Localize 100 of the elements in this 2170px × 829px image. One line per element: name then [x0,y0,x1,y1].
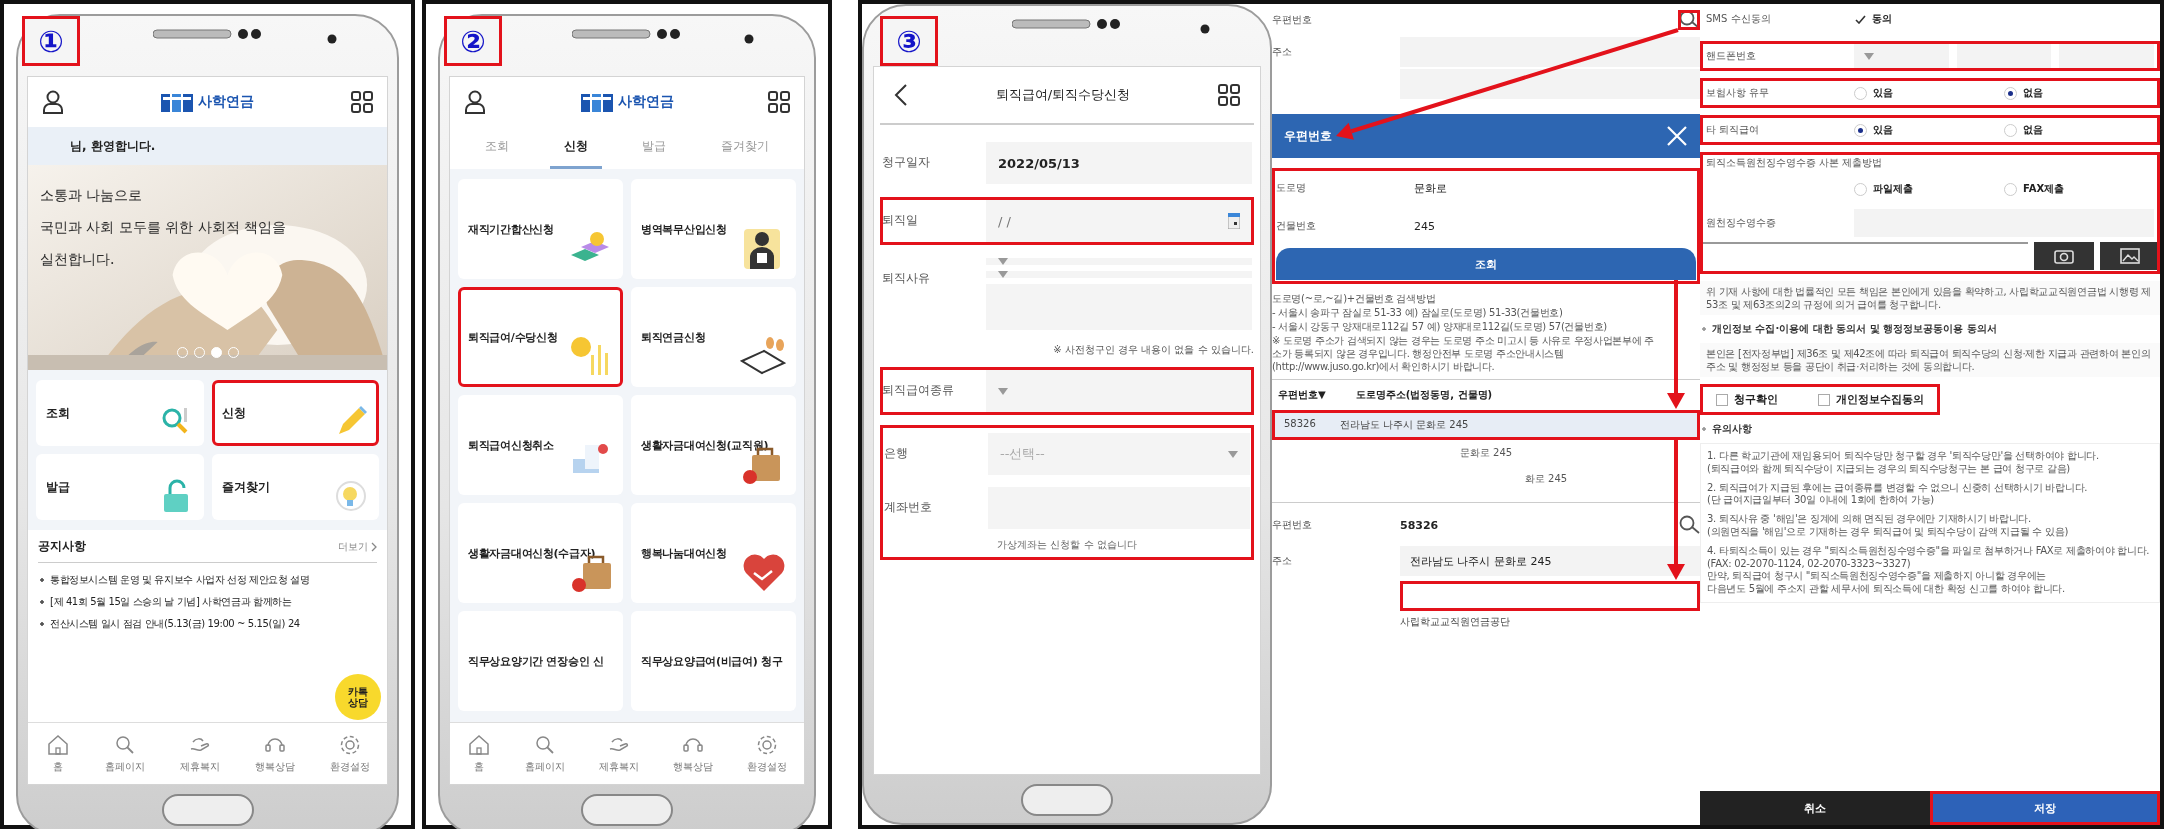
footer-text: 사립학교교직원연금공단 [1399,615,1511,629]
search-icon[interactable] [1678,515,1700,535]
menu-icon[interactable] [768,91,790,113]
step-number: ③ [880,16,938,66]
lightbulb-icon [333,478,369,514]
checkbox-option[interactable]: 청구확인 [1716,392,1778,407]
input-field[interactable] [2059,42,2154,70]
menu-tile[interactable]: 직무상요양급여(비급여) 청구 [631,611,796,711]
checkbox[interactable] [1716,393,1728,406]
note-text: 1. 다른 학교기관에 재임용되어 퇴직수당만 청구할 경우 '퇴직수당만'을 선택하여야 합니다. (퇴직급여와 함께 퇴직수당이 지급되는 경우의 퇴직수당청구는 본 급여 청구로 갈음) [1707,450,2100,476]
home-button[interactable] [581,794,673,826]
gear-icon [755,733,779,757]
field-label: 계좌번호 [884,499,933,516]
radio-option[interactable]: 파일제출 [1854,182,2004,196]
person-icon[interactable] [464,90,486,114]
menu-tile[interactable]: 행복나눔대여신청 [631,503,796,603]
radio-button[interactable] [1854,123,1867,137]
nav-button[interactable]: 홈페이지 [525,733,565,774]
menu-tile[interactable]: 퇴직연금신청 [631,287,796,387]
menu-tile[interactable]: 생활자금대여신청(교직원) [631,395,796,495]
search-button[interactable]: 조회 [1276,248,1696,280]
radio-button[interactable] [2004,86,2017,100]
checkbox-option[interactable]: 개인정보수집동의 [1818,392,1924,407]
help-text: 도로명(~로,~길)+건물번호 검색방법 [1272,292,1437,305]
back-icon[interactable] [894,83,908,107]
nav-button[interactable]: 행복상담 [254,733,295,774]
dropdown[interactable] [1854,42,1949,70]
nav-button[interactable]: 홈페이지 [104,733,145,774]
radio-option[interactable]: 없음 [2004,123,2154,137]
field-label: 원천징수영수증 [1706,216,1777,230]
save-button[interactable]: 저장 [1930,791,2160,825]
menu-tile[interactable]: 발급 [36,454,204,520]
app-logo-text: 사학연금 [198,93,254,111]
menu-tile[interactable]: 재직기간합산신청 [458,179,623,279]
checkbox[interactable] [1818,393,1830,406]
radio-option[interactable]: 있음 [1854,86,2004,100]
search-icon[interactable] [1678,10,1700,30]
caret-icon [1864,52,1874,60]
menu-tile[interactable]: 생활자금대여신청(수급자) [458,503,623,603]
result-row[interactable]: 58326 전라남도 나주시 문화로 245 [1272,410,1700,440]
menu-tile[interactable]: 퇴직급여/수당신청 [458,287,623,387]
input-field[interactable] [988,487,1250,529]
value-field[interactable]: 2022/05/13 [986,142,1252,184]
menu-tile[interactable]: 병역복무산입신청 [631,179,796,279]
input-field[interactable] [1956,42,2052,70]
input-field[interactable] [1400,37,1700,67]
camera-button[interactable] [2034,242,2094,270]
field-label: 은행 [884,445,909,462]
consent-text: 본인은 [전자정부법] 제36조 및 제42조에 따라 퇴직급여 퇴직수당의 신청·제한 지급과 관련하여 본인의 주소 및 행정정보 등을 공단이 취급·처리하는 것에 동의합니다. [1700,343,2160,377]
home-button[interactable] [161,794,254,826]
cancel-button[interactable]: 취소 [1700,791,1930,825]
carousel-dot[interactable] [210,347,222,358]
radio-option[interactable]: 없음 [2004,86,2154,100]
input-field[interactable] [1400,581,1700,611]
menu-tile[interactable]: 퇴직급여신청취소 [458,395,623,495]
chat-button[interactable]: 카톡 상담 [335,674,381,720]
more-link[interactable]: 더보기 [338,539,377,554]
tab[interactable]: 신청 [549,127,602,169]
nav-button[interactable]: 홈 [45,733,70,774]
nav-button[interactable]: 환경설정 [329,733,370,774]
calendar-icon[interactable] [1228,213,1240,229]
close-icon[interactable] [1666,125,1688,147]
input-field[interactable]: 전라남도 나주시 문화로 245 [1400,546,1700,576]
field-label: 도로명 [1276,181,1307,195]
nav-button[interactable]: 행복상담 [673,733,713,774]
menu-icon[interactable] [1218,84,1240,106]
radio-button[interactable] [1854,86,1867,100]
person-icon[interactable] [42,90,64,114]
note-text: 3. 퇴직사유 중 '해임'은 징계에 의해 면직된 경우에만 기재하시기 바랍니다. (의원면직을 '해임'으로 기재하는 경우 퇴직급여 및 퇴직수당이 감액 지급될 수 있음) [1707,513,2069,539]
radio-option[interactable]: FAX제출 [2004,182,2154,196]
menu-tile[interactable]: 즐겨찾기 [211,454,379,520]
menu-tile[interactable]: 신청 [211,380,379,446]
radio-button[interactable] [1854,182,1867,196]
date-field[interactable]: / / [986,200,1252,242]
column-header: 도로명주소(법정동명, 건물명) [1355,388,1493,402]
radio-button[interactable] [2004,123,2017,137]
nav-button[interactable]: 환경설정 [747,733,787,774]
radio-option[interactable]: 있음 [1854,123,2004,137]
step-number: ① [22,16,80,66]
field-label: 퇴직급여종류 [882,382,955,399]
radio-button[interactable] [2004,182,2017,196]
menu-tile[interactable]: 직무상요양기간 연장승인 신 [458,611,623,711]
section-title: 공지사항 [38,538,86,555]
input-field[interactable] [1400,69,1700,99]
menu-icon[interactable] [351,91,373,113]
check-icon [1854,14,1866,24]
nav-button[interactable]: 제휴복지 [599,733,639,774]
home-button[interactable] [1021,784,1113,816]
table-cell-text: 58326 [1284,418,1316,431]
date-input[interactable]: / / [998,213,1058,229]
field-label: 주소 [1272,554,1293,568]
nav-button[interactable]: 제휴복지 [179,733,220,774]
list-text: 화로 245 [1523,472,1569,486]
field-label: 타 퇴직급여 [1706,123,1761,137]
step-number: ② [444,16,502,66]
logo-icon [580,92,613,112]
nav-button[interactable]: 홈 [467,733,491,774]
home-icon [467,733,491,757]
menu-tile[interactable]: 조회 [36,380,204,446]
image-button[interactable] [2100,242,2160,270]
